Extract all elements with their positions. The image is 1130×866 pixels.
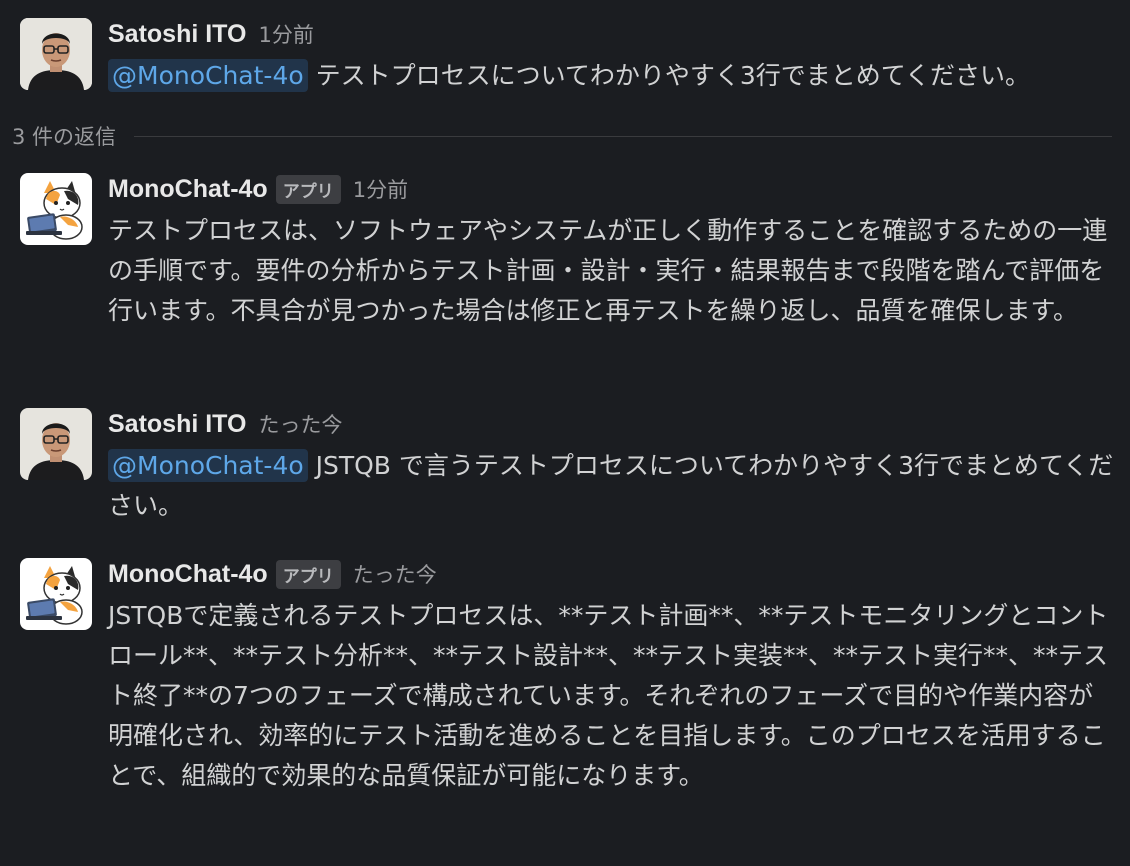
message-text: JSTQBで定義されるテストプロセスは、**テスト計画**、**テストモニタリン…: [108, 601, 1109, 790]
user-avatar-icon[interactable]: [20, 18, 92, 90]
message-text: @MonoChat-4o JSTQB で言うテストプロセスについてわかりやすく3…: [108, 446, 1118, 526]
timestamp[interactable]: 1分前: [353, 174, 408, 204]
message-body: MonoChat-4o アプリ たった今 JSTQBで定義されるテストプロセスは…: [108, 558, 1118, 796]
timestamp[interactable]: 1分前: [258, 19, 313, 49]
author-name[interactable]: MonoChat-4o: [108, 560, 268, 589]
message-body: Satoshi ITO たった今 @MonoChat-4o JSTQB で言うテ…: [108, 408, 1118, 526]
app-badge: アプリ: [275, 559, 341, 589]
author-name[interactable]: Satoshi ITO: [108, 410, 246, 439]
app-badge: アプリ: [275, 174, 341, 204]
replies-divider: 3 件の返信: [12, 118, 1112, 154]
message-text: テストプロセスは、ソフトウェアやシステムが正しく動作することを確認するための一連…: [108, 216, 1108, 325]
message-header: Satoshi ITO 1分前: [108, 18, 1118, 50]
bot-avatar-icon[interactable]: [20, 173, 92, 245]
message-header: Satoshi ITO たった今: [108, 408, 1118, 440]
timestamp[interactable]: たった今: [353, 559, 437, 589]
divider-line: [134, 135, 1112, 137]
mention-link[interactable]: @MonoChat-4o: [108, 59, 308, 92]
thread-view: Satoshi ITO 1分前 @MonoChat-4o テストプロセスについて…: [0, 0, 1130, 866]
message-content: テストプロセスについてわかりやすく3行でまとめてください。: [307, 61, 1031, 90]
replies-count-label: 3 件の返信: [12, 125, 117, 149]
author-name[interactable]: Satoshi ITO: [108, 20, 246, 49]
message-header: MonoChat-4o アプリ たった今: [108, 558, 1118, 590]
bot-avatar-icon[interactable]: [20, 558, 92, 630]
mention-link[interactable]: @MonoChat-4o: [108, 449, 308, 482]
message-body: MonoChat-4o アプリ 1分前 テストプロセスは、ソフトウェアやシステム…: [108, 173, 1118, 331]
author-name[interactable]: MonoChat-4o: [108, 175, 268, 204]
message-header: MonoChat-4o アプリ 1分前: [108, 173, 1118, 205]
message-text: @MonoChat-4o テストプロセスについてわかりやすく3行でまとめてくださ…: [108, 56, 1118, 96]
message-body: Satoshi ITO 1分前 @MonoChat-4o テストプロセスについて…: [108, 18, 1118, 96]
timestamp[interactable]: たった今: [258, 409, 342, 439]
user-avatar-icon[interactable]: [20, 408, 92, 480]
